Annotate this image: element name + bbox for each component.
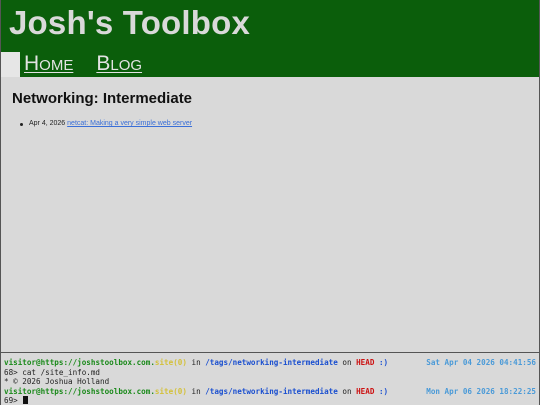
bullet-icon: [20, 123, 23, 126]
terminal-command-line: 68> cat /site_info.md: [4, 367, 101, 377]
terminal-output-line: * © 2026 Joshua Holland: [4, 377, 110, 387]
page: Josh's Toolbox Home Blog Networking: Int…: [0, 0, 540, 405]
prompt-on-word: on: [337, 358, 357, 367]
site-header: Josh's Toolbox Home Blog: [1, 0, 539, 77]
post-list: Apr 4, 2026 netcat: Making a very simple…: [20, 118, 192, 130]
prompt-user: visitor: [4, 358, 37, 367]
prompt-site: https://joshstoolbox.com: [40, 386, 151, 396]
cursor-icon: [23, 396, 29, 405]
post-link[interactable]: netcat: Making a very simple web server: [67, 120, 192, 127]
page-title: Networking: Intermediate: [12, 90, 193, 107]
terminal-input-line[interactable]: 69>: [4, 396, 536, 405]
prompt-site: https://joshstoolbox.com: [40, 358, 151, 367]
prompt-in-word: in: [186, 358, 206, 367]
prompt-on-word: on: [337, 386, 357, 396]
main-nav: Home Blog: [24, 52, 142, 76]
prompt-git-status: site(0): [154, 358, 187, 367]
post-date: Apr 4, 2026: [29, 120, 66, 127]
nav-link-blog[interactable]: Blog: [96, 52, 142, 76]
prompt-timestamp: Sat Apr 04 2026 04:41:56: [426, 358, 536, 367]
input-prompt: 69>: [4, 396, 23, 405]
prompt-branch: HEAD: [356, 358, 375, 367]
prompt-smile: :): [374, 386, 389, 396]
terminal-prompt-line: visitor@https://joshstoolbox.com.site(0)…: [4, 358, 536, 368]
site-title: Josh's Toolbox: [9, 4, 251, 41]
prompt-smile: :): [374, 358, 389, 367]
prompt-git-status: site(0): [154, 386, 187, 396]
prompt-path: /tags/networking-intermediate: [205, 358, 338, 367]
prompt-branch: HEAD: [356, 386, 375, 396]
nav-active-marker: [1, 52, 20, 77]
prompt-path: /tags/networking-intermediate: [205, 386, 338, 396]
prompt-user: visitor: [4, 386, 37, 396]
terminal-prompt-line: visitor@https://joshstoolbox.com.site(0)…: [4, 387, 536, 397]
terminal[interactable]: visitor@https://joshstoolbox.com.site(0)…: [1, 352, 539, 405]
prompt-timestamp: Mon Apr 06 2026 18:22:25: [426, 386, 536, 396]
prompt-in-word: in: [186, 386, 206, 396]
list-item: Apr 4, 2026 netcat: Making a very simple…: [20, 118, 192, 130]
main-content: Networking: Intermediate Apr 4, 2026 net…: [1, 77, 539, 352]
nav-link-home[interactable]: Home: [24, 52, 73, 76]
